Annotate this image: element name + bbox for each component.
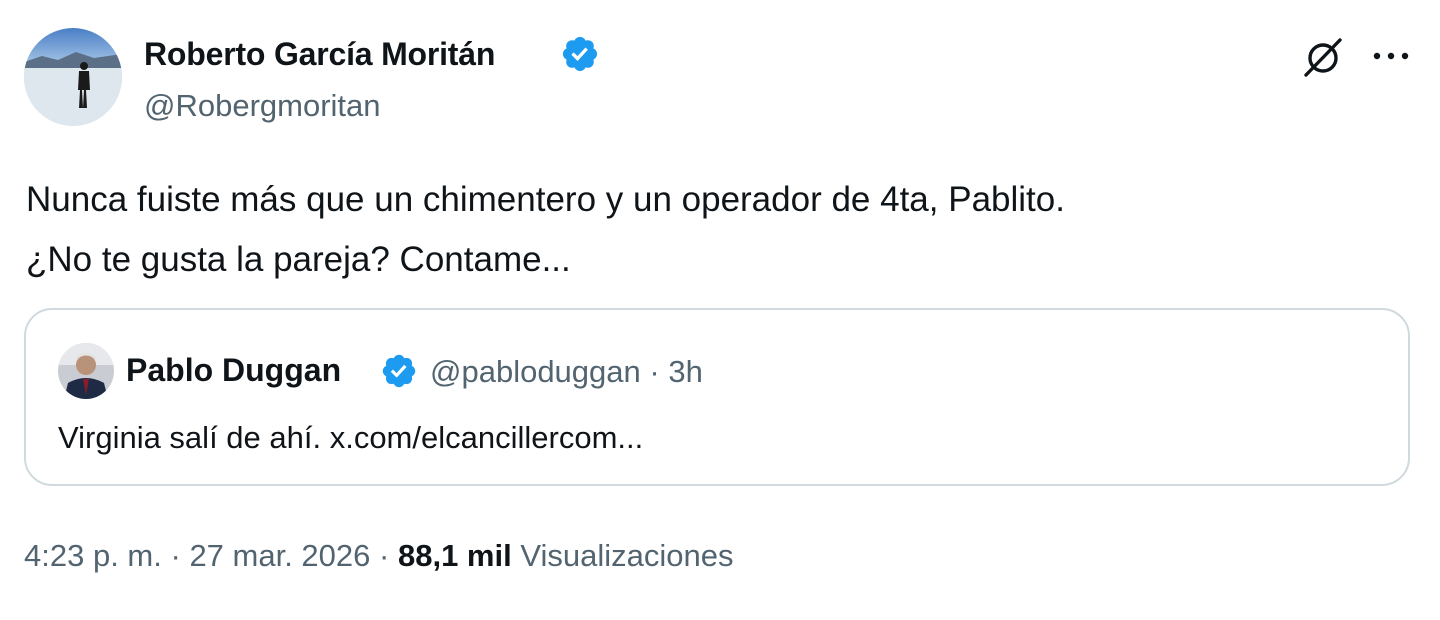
views-label: Visualizaciones — [520, 538, 734, 573]
quoted-author-avatar[interactable] — [58, 343, 114, 399]
quoted-author-handle[interactable]: @pabloduggan — [430, 354, 641, 389]
tweet-text: Nunca fuiste más que un chimentero y un … — [26, 170, 1406, 290]
quoted-tweet-card[interactable]: Pablo Duggan @pabloduggan · 3h Virginia … — [24, 308, 1410, 486]
grok-icon[interactable] — [1300, 34, 1346, 80]
tweet-text-line: ¿No te gusta la pareja? Contame... — [26, 240, 571, 279]
author-handle[interactable]: @Robergmoritan — [144, 86, 381, 126]
verified-badge-icon[interactable] — [380, 352, 418, 390]
tweet-date[interactable]: 27 mar. 2026 — [189, 538, 370, 573]
quoted-timestamp[interactable]: 3h — [668, 354, 702, 389]
tweet-footer: 4:23 p. m. · 27 mar. 2026 · 88,1 mil Vis… — [24, 534, 733, 578]
meta-separator: · — [170, 538, 181, 573]
quoted-tweet-text: Virginia salí de ahí. x.com/elcancillerc… — [58, 420, 644, 455]
tweet: Roberto García Moritán @Robergmoritan Nu… — [0, 0, 1440, 620]
tweet-time[interactable]: 4:23 p. m. — [24, 538, 162, 573]
author-name[interactable]: Roberto García Moritán — [144, 34, 495, 74]
meta-separator: · — [649, 354, 660, 389]
views-count: 88,1 mil — [397, 538, 512, 573]
tweet-text-line: Nunca fuiste más que un chimentero y un … — [26, 180, 1065, 219]
verified-badge-icon[interactable] — [560, 34, 600, 74]
quoted-meta: @pabloduggan · 3h — [430, 352, 703, 392]
quoted-author-name[interactable]: Pablo Duggan — [126, 350, 341, 390]
meta-separator: · — [379, 538, 390, 573]
more-options-icon[interactable] — [1368, 36, 1414, 76]
author-avatar[interactable] — [24, 28, 122, 126]
